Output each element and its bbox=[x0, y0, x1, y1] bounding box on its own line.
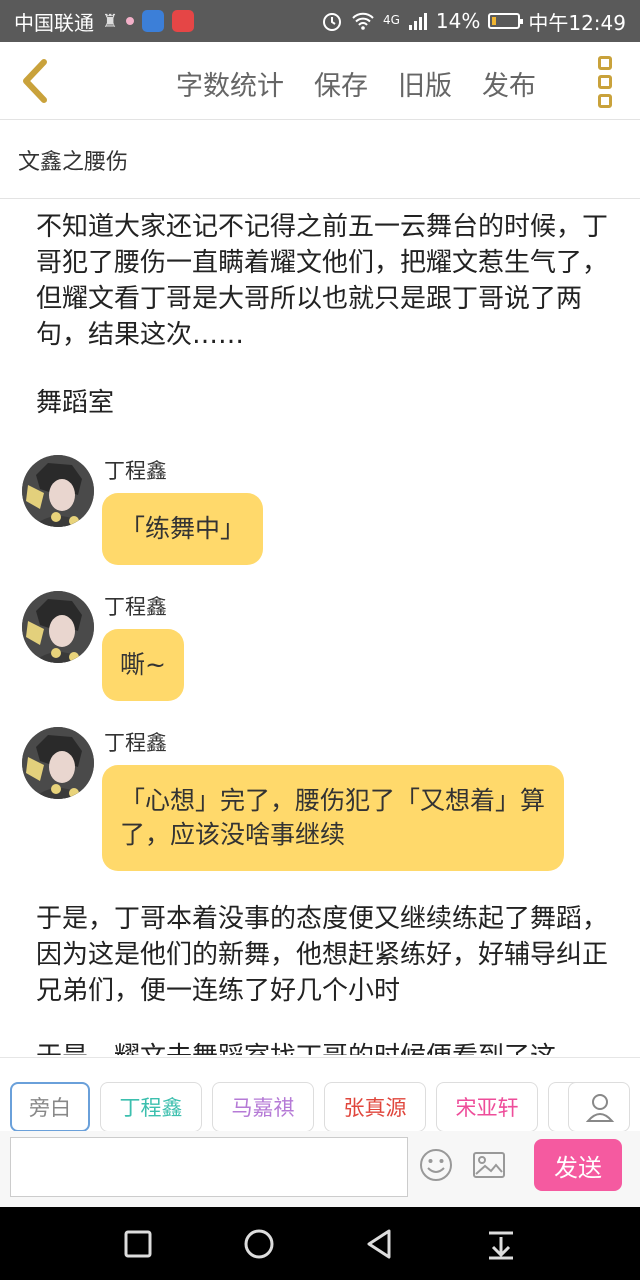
pull-down-icon[interactable] bbox=[484, 1227, 518, 1261]
avatar bbox=[22, 727, 94, 799]
chat-message: 丁程鑫 「练舞中」 bbox=[22, 455, 622, 565]
notification-dot-icon bbox=[126, 17, 135, 25]
carrier-label: 中国联通 bbox=[14, 10, 94, 35]
message-bubble[interactable]: 「练舞中」 bbox=[102, 493, 264, 565]
app-notification-icon bbox=[172, 10, 195, 32]
image-icon[interactable] bbox=[471, 1147, 507, 1183]
shield-icon: ♜ bbox=[102, 10, 119, 32]
input-bar: 发送 bbox=[0, 1131, 640, 1207]
message-bubble[interactable]: 嘶~ bbox=[102, 629, 184, 701]
app-notification-icon bbox=[142, 10, 165, 32]
more-vertical-icon[interactable] bbox=[594, 54, 616, 110]
square-icon[interactable] bbox=[121, 1227, 155, 1261]
word-count-button[interactable]: 字数统计 bbox=[176, 64, 284, 103]
role-narrator-button[interactable]: 旁白 bbox=[10, 1082, 90, 1132]
story-content: 不知道大家还记不记得之前五一云舞台的时候，丁哥犯了腰伤一直瞒着耀文他们，把耀文惹… bbox=[0, 199, 640, 1055]
body-paragraph: 于是，耀文去舞蹈室找丁哥的时候便看到了这 bbox=[36, 1039, 610, 1055]
chat-message: 丁程鑫 「心想」完了，腰伤犯了「又想着」算了，应该没啥事继续 bbox=[22, 727, 622, 877]
network-type-label: 4G bbox=[382, 12, 400, 27]
toolbar-actions: 字数统计 保存 旧版 发布 bbox=[176, 64, 536, 103]
clock: 中午12:49 bbox=[528, 10, 626, 35]
editor-toolbar: 字数统计 保存 旧版 发布 bbox=[0, 42, 640, 120]
avatar bbox=[22, 591, 94, 663]
emoji-icon[interactable] bbox=[418, 1147, 454, 1183]
signal-icon bbox=[408, 13, 427, 30]
message-bubble[interactable]: 「心想」完了，腰伤犯了「又想着」算了，应该没啥事继续 bbox=[102, 765, 564, 871]
triangle-back-icon[interactable] bbox=[363, 1227, 397, 1261]
circle-icon[interactable] bbox=[242, 1227, 276, 1261]
battery-percent: 14% bbox=[435, 9, 481, 33]
speaker-name: 丁程鑫 bbox=[104, 459, 167, 483]
role-character-button[interactable]: 张真源 bbox=[324, 1082, 426, 1132]
intro-paragraph: 不知道大家还记不记得之前五一云舞台的时候，丁哥犯了腰伤一直瞒着耀文他们，把耀文惹… bbox=[36, 212, 609, 350]
status-bar: 中国联通 ♜ 4G 14% 中午12:49 bbox=[0, 0, 640, 42]
wifi-icon bbox=[352, 12, 374, 30]
alarm-icon bbox=[322, 13, 341, 31]
speaker-name: 丁程鑫 bbox=[104, 731, 167, 755]
battery-icon bbox=[488, 13, 524, 29]
scene-label: 舞蹈室 bbox=[36, 388, 115, 418]
document-title[interactable]: 文鑫之腰伤 bbox=[0, 121, 640, 199]
old-version-button[interactable]: 旧版 bbox=[398, 64, 452, 103]
chevron-left-icon[interactable] bbox=[16, 56, 56, 106]
chat-message: 丁程鑫 嘶~ bbox=[22, 591, 622, 701]
role-selector-bar: 旁白 丁程鑫 马嘉祺 张真源 宋亚轩 bbox=[0, 1057, 640, 1132]
battery-level-fill bbox=[492, 17, 496, 25]
message-input[interactable] bbox=[10, 1137, 408, 1197]
role-character-button[interactable]: 马嘉祺 bbox=[212, 1082, 314, 1132]
speaker-name: 丁程鑫 bbox=[104, 595, 167, 619]
role-character-button[interactable]: 丁程鑫 bbox=[100, 1082, 202, 1132]
system-nav-bar bbox=[0, 1207, 640, 1280]
publish-button[interactable]: 发布 bbox=[482, 64, 536, 103]
role-character-button[interactable]: 宋亚轩 bbox=[436, 1082, 538, 1132]
avatar bbox=[22, 455, 94, 527]
save-button[interactable]: 保存 bbox=[314, 64, 368, 103]
send-button[interactable]: 发送 bbox=[534, 1139, 622, 1191]
user-icon[interactable] bbox=[568, 1082, 630, 1132]
body-paragraph: 于是，丁哥本着没事的态度便又继续练起了舞蹈，因为这是他们的新舞，他想赶紧练好，好… bbox=[36, 904, 609, 1006]
